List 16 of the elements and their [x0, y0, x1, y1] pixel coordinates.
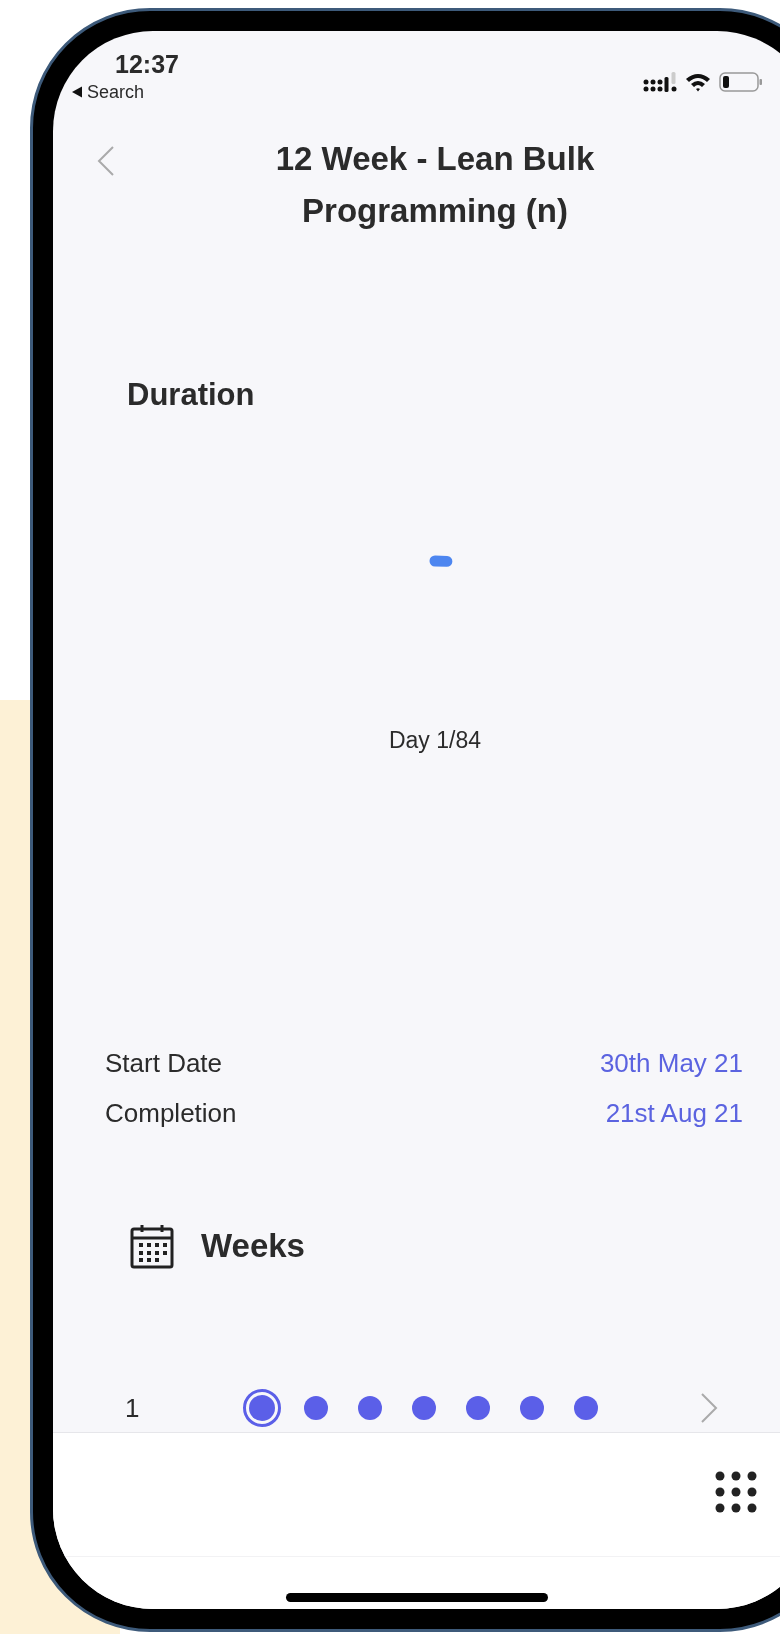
back-to-search-link[interactable]: Search — [71, 81, 179, 103]
date-label: Start Date — [105, 1046, 223, 1080]
date-value: 30th May 21 — [599, 1046, 743, 1080]
section-heading: Weeks — [201, 1226, 305, 1266]
signal-icon — [643, 71, 677, 93]
week-number: 1 — [125, 1391, 141, 1425]
status-time: 12:37 — [114, 49, 179, 79]
battery-icon — [719, 71, 763, 93]
day-counter: Day 1/84 — [388, 726, 482, 755]
calendar-icon — [129, 1223, 175, 1269]
date-label: Completion — [105, 1096, 237, 1130]
section-heading: Duration — [127, 376, 255, 414]
page-title: 12 Week - Lean Bulk Programming (n) — [275, 139, 595, 231]
wifi-icon — [685, 72, 711, 92]
back-triangle-icon — [71, 86, 83, 98]
date-value: 21st Aug 21 — [605, 1096, 743, 1130]
